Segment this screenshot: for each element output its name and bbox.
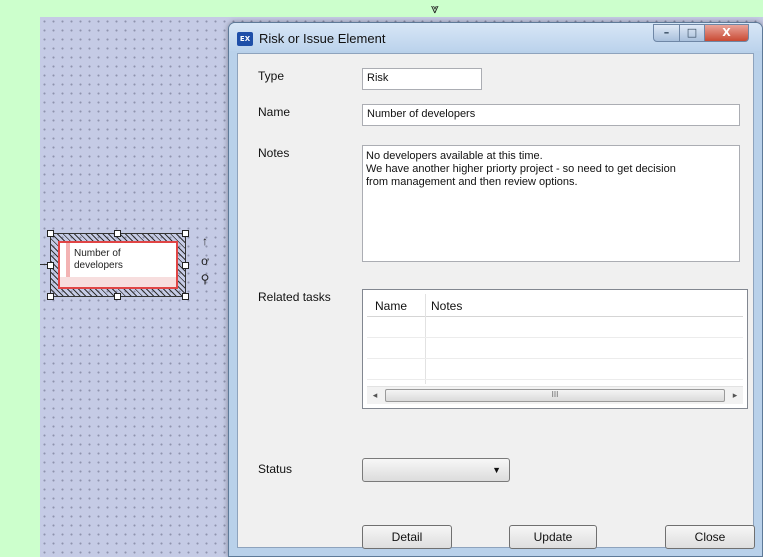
- app-icon: EX: [237, 32, 253, 46]
- column-header-notes[interactable]: Notes: [431, 299, 462, 313]
- up-arrow-icon[interactable]: ↑: [198, 234, 212, 248]
- risk-issue-dialog: EX Risk or Issue Element – □ X Type Risk…: [228, 22, 763, 557]
- resize-handle-ne[interactable]: [182, 230, 189, 237]
- notes-label: Notes: [258, 146, 290, 160]
- type-label: Type: [258, 69, 285, 83]
- type-field[interactable]: Risk: [362, 68, 482, 90]
- maximize-button[interactable]: □: [679, 24, 705, 42]
- connector-arrow: ⩔: [431, 0, 439, 16]
- related-tasks-grid[interactable]: Name Notes ◂ III ▸: [362, 289, 748, 409]
- link-icon[interactable]: ơ: [198, 254, 212, 268]
- resize-handle-e[interactable]: [182, 262, 189, 269]
- title-bar[interactable]: EX Risk or Issue Element – □ X: [229, 23, 762, 51]
- status-dropdown[interactable]: ▼: [362, 458, 510, 482]
- resize-handle-nw[interactable]: [47, 230, 54, 237]
- horizontal-scrollbar[interactable]: ◂ III ▸: [367, 386, 743, 404]
- table-row[interactable]: [367, 317, 743, 338]
- diagram-element[interactable]: Number of developers: [47, 230, 189, 300]
- window-title: Risk or Issue Element: [259, 31, 386, 46]
- update-button[interactable]: Update: [509, 525, 597, 549]
- related-tasks-label: Related tasks: [258, 290, 331, 304]
- scroll-thumb[interactable]: III: [385, 389, 725, 402]
- element-label: Number of developers: [74, 248, 123, 271]
- resize-handle-s[interactable]: [114, 293, 121, 300]
- table-row[interactable]: [367, 338, 743, 359]
- grid-header: Name Notes: [367, 294, 743, 317]
- scroll-left-icon[interactable]: ◂: [367, 387, 383, 404]
- resize-handle-sw[interactable]: [47, 293, 54, 300]
- element-band: [60, 277, 176, 287]
- detail-button[interactable]: Detail: [362, 525, 452, 549]
- resize-handle-se[interactable]: [182, 293, 189, 300]
- status-label: Status: [258, 462, 293, 476]
- element-box[interactable]: Number of developers: [58, 241, 178, 289]
- close-button[interactable]: Close: [665, 525, 755, 549]
- scroll-right-icon[interactable]: ▸: [727, 387, 743, 404]
- column-header-name[interactable]: Name: [375, 299, 407, 313]
- close-window-button[interactable]: X: [704, 24, 749, 42]
- minimize-button[interactable]: –: [653, 24, 680, 42]
- table-row[interactable]: [367, 359, 743, 380]
- name-label: Name: [258, 105, 291, 119]
- resize-handle-n[interactable]: [114, 230, 121, 237]
- zoom-icon[interactable]: ⚲: [198, 272, 212, 286]
- chevron-down-icon: ▼: [492, 465, 501, 475]
- resize-handle-w[interactable]: [47, 262, 54, 269]
- name-field[interactable]: Number of developers: [362, 104, 740, 126]
- dialog-body: Type Risk Name Number of developers Note…: [237, 53, 755, 549]
- notes-field[interactable]: No developers available at this time. We…: [362, 145, 740, 262]
